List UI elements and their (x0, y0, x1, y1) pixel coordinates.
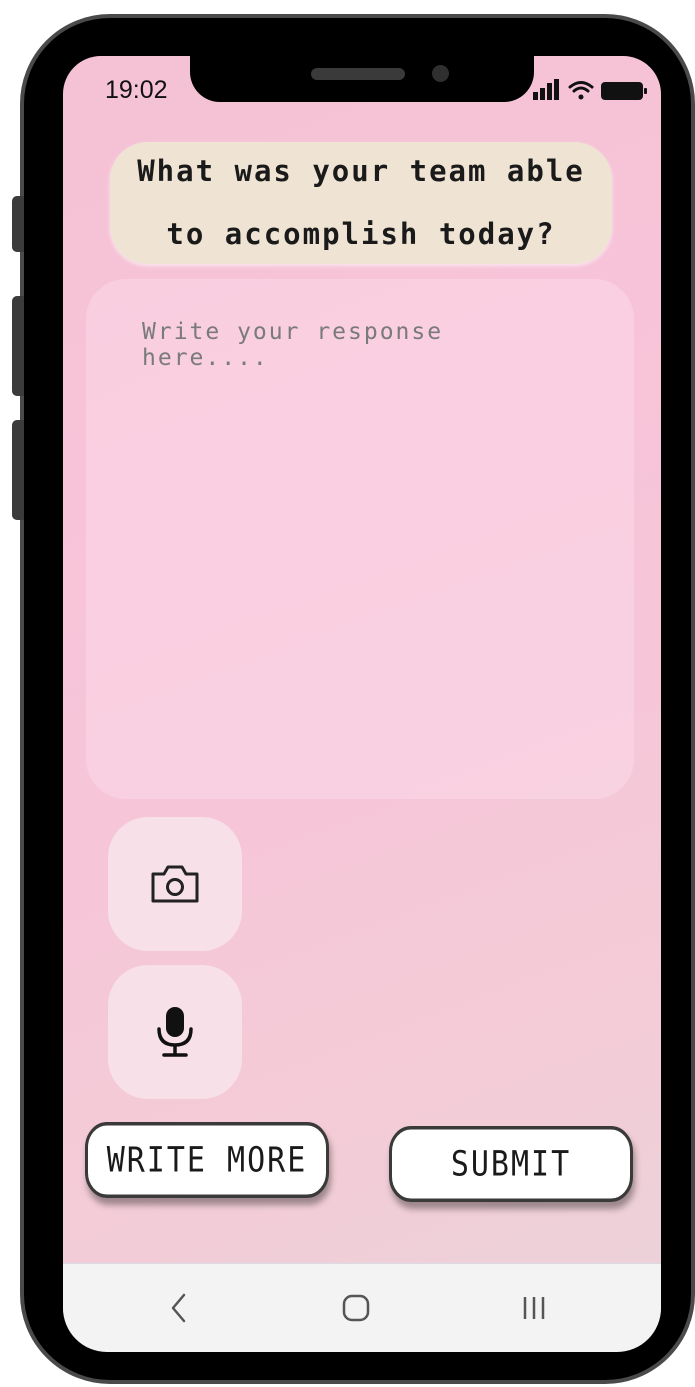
front-camera (432, 65, 449, 82)
signal-icon (533, 79, 559, 100)
nav-recent-apps-button[interactable] (504, 1286, 564, 1330)
microphone-button[interactable] (108, 965, 242, 1099)
status-time: 19:02 (105, 76, 168, 104)
submit-button[interactable]: SUBMIT (389, 1126, 633, 1202)
write-more-button[interactable]: WRITE MORE (85, 1122, 329, 1198)
side-button (12, 196, 24, 252)
nav-home-button[interactable] (326, 1286, 386, 1330)
recent-apps-icon (523, 1297, 545, 1319)
home-icon (342, 1294, 370, 1322)
microphone-icon (157, 1007, 193, 1057)
status-icons (533, 78, 651, 104)
question-card: What was your team able to accomplish to… (110, 142, 612, 264)
response-box[interactable] (86, 279, 634, 799)
wifi-icon (568, 81, 594, 100)
back-icon (171, 1293, 186, 1323)
speaker (311, 68, 405, 80)
question-text: What was your team able to accomplish to… (137, 154, 585, 251)
camera-icon (151, 865, 199, 903)
volume-up-button (12, 296, 24, 396)
nav-back-button[interactable] (149, 1286, 209, 1330)
system-navigation-bar (63, 1263, 661, 1352)
response-input[interactable] (142, 319, 578, 759)
volume-down-button (12, 420, 24, 520)
camera-button[interactable] (108, 817, 242, 951)
battery-icon (601, 82, 647, 100)
